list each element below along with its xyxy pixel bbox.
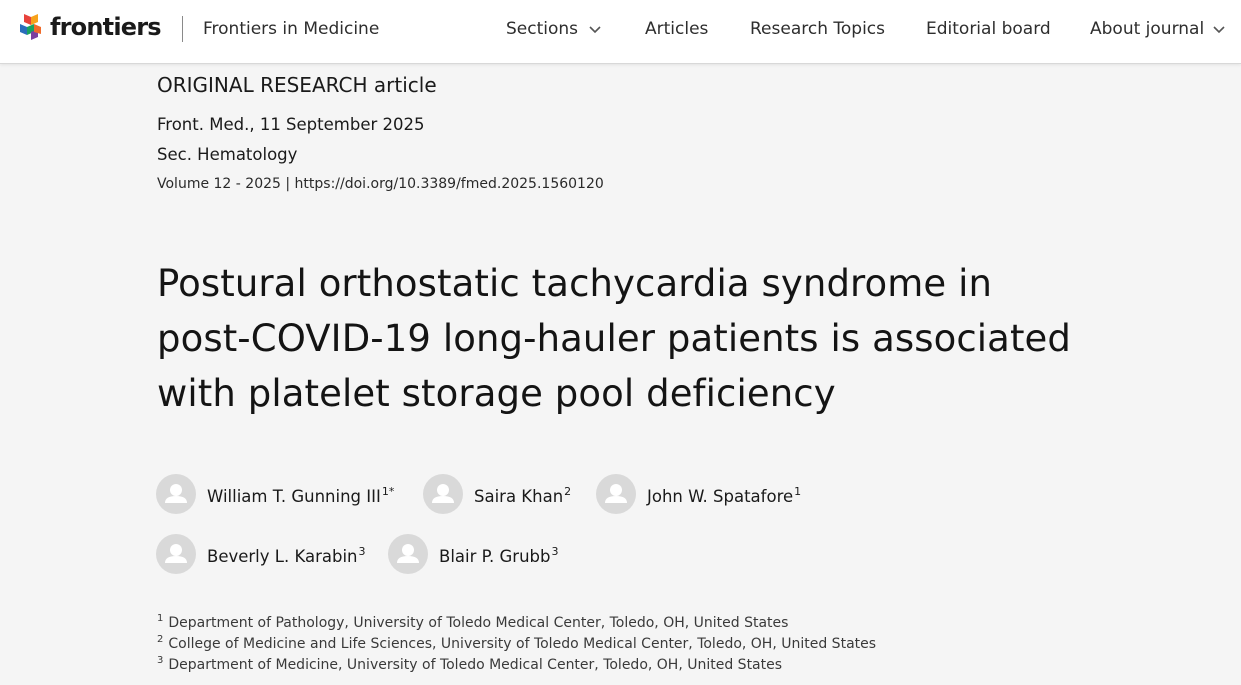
logo-wordmark: frontiers: [50, 13, 162, 41]
author-name: Blair P. Grubb3: [439, 544, 559, 566]
frontiers-logo[interactable]: frontiers: [18, 12, 162, 42]
nav-editorial-board[interactable]: Editorial board: [926, 18, 1051, 40]
author-name: William T. Gunning III1*: [207, 484, 395, 506]
affiliation-text: Department of Medicine, University of To…: [168, 657, 783, 673]
author-item[interactable]: Beverly L. Karabin3: [156, 534, 366, 574]
affiliation-number: 3: [157, 655, 164, 666]
affiliation-text: College of Medicine and Life Sciences, U…: [168, 636, 877, 652]
author-name: Saira Khan2: [474, 484, 572, 506]
author-item[interactable]: John W. Spatafore1: [596, 474, 801, 514]
nav-research-topics[interactable]: Research Topics: [750, 18, 885, 40]
affiliation-item: 3 Department of Medicine, University of T…: [157, 651, 782, 675]
frontiers-logo-icon: [18, 12, 44, 42]
affiliation-text: Department of Pathology, University of T…: [168, 615, 789, 631]
author-name: John W. Spatafore1: [647, 484, 802, 506]
author-affiliation-sup: 2: [564, 484, 572, 498]
author-item[interactable]: William T. Gunning III1*: [156, 474, 394, 514]
nav-sections[interactable]: Sections: [506, 18, 602, 40]
article-type: ORIGINAL RESEARCH article: [157, 73, 437, 97]
volume-text: Volume 12 - 2025: [157, 176, 281, 192]
user-avatar-icon: [596, 474, 636, 514]
journal-name-link[interactable]: Frontiers in Medicine: [203, 18, 379, 40]
nav-sections-label: Sections: [506, 19, 579, 39]
author-affiliation-sup: 1: [794, 484, 802, 498]
separator: |: [285, 176, 291, 192]
author-affiliation-sup: 3: [358, 544, 366, 558]
site-header: frontiers Frontiers in Medicine Sections…: [0, 0, 1241, 64]
user-avatar-icon: [156, 474, 196, 514]
user-avatar-icon: [388, 534, 428, 574]
author-affiliation-sup: 3: [551, 544, 559, 558]
nav-about-journal[interactable]: About journal: [1090, 18, 1226, 40]
journal-date: Front. Med., 11 September 2025: [157, 115, 425, 134]
chevron-down-icon: [1212, 18, 1226, 40]
nav-editorial-board-label: Editorial board: [926, 19, 1051, 39]
author-item[interactable]: Saira Khan2: [423, 474, 571, 514]
affiliation-number: 1: [157, 613, 164, 624]
nav-about-journal-label: About journal: [1090, 19, 1205, 39]
chevron-down-icon: [588, 18, 602, 40]
nav-articles-label: Articles: [645, 19, 709, 39]
nav-articles[interactable]: Articles: [645, 18, 708, 40]
volume-doi-line: Volume 12 - 2025 | https://doi.org/10.33…: [157, 174, 604, 194]
author-name: Beverly L. Karabin3: [207, 544, 366, 566]
doi-link[interactable]: https://doi.org/10.3389/fmed.2025.156012…: [295, 176, 604, 192]
author-affiliation-sup: 1*: [381, 484, 395, 498]
author-item[interactable]: Blair P. Grubb3: [388, 534, 558, 574]
user-avatar-icon: [423, 474, 463, 514]
user-avatar-icon: [156, 534, 196, 574]
article-title: Postural orthostatic tachycardia syndrom…: [157, 262, 1072, 415]
affiliation-number: 2: [157, 634, 164, 645]
article-section: Sec. Hematology: [157, 145, 298, 164]
header-divider: [182, 16, 183, 42]
nav-research-topics-label: Research Topics: [750, 19, 885, 39]
